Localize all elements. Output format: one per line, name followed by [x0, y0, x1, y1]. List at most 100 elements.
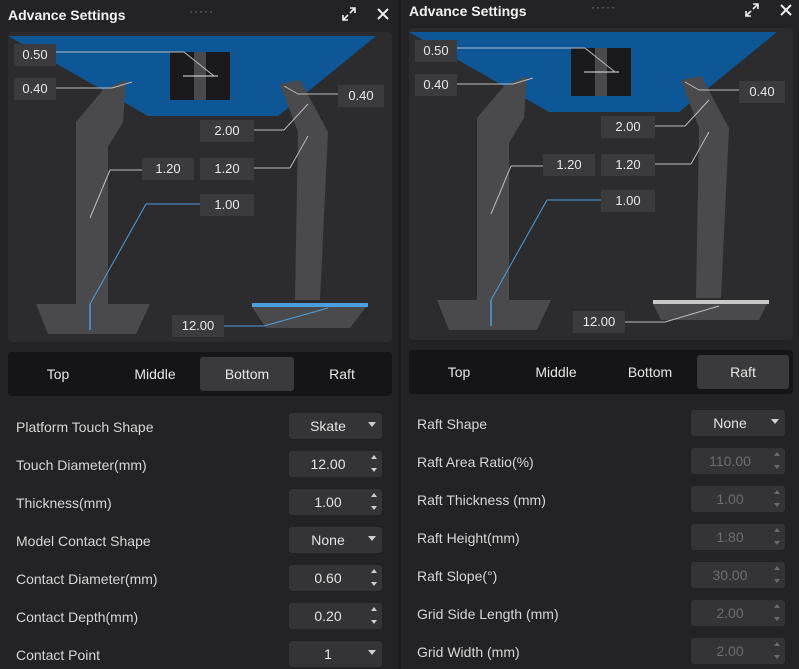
- tab-middle[interactable]: Middle: [509, 355, 603, 389]
- tab-bottom[interactable]: Bottom: [603, 355, 697, 389]
- window-title: Advance Settings: [8, 7, 126, 23]
- setting-row: Model Contact Shape None: [0, 522, 398, 560]
- label-contact-left: 0.40: [14, 78, 56, 100]
- setting-row: Raft Thickness (mm) 1.00: [401, 481, 799, 519]
- titlebar[interactable]: Advance Settings ·····: [0, 0, 398, 30]
- setting-row: Grid Width (mm) 2.00: [401, 633, 799, 669]
- setting-label: Contact Point: [16, 647, 101, 663]
- touch-diameter-spinbox[interactable]: 12.00: [289, 451, 382, 477]
- spin-value: 1.00: [314, 494, 342, 510]
- expand-icon[interactable]: [340, 5, 358, 23]
- window-title: Advance Settings: [409, 3, 527, 19]
- label-right-diameter: 1.20: [200, 158, 254, 180]
- label-top-thickness: 0.50: [415, 40, 457, 62]
- setting-label: Model Contact Shape: [16, 533, 151, 549]
- setting-label: Touch Diameter(mm): [16, 457, 147, 473]
- raft-area-ratio-spinbox[interactable]: 110.00: [691, 448, 785, 474]
- setting-row: Raft Height(mm) 1.80: [401, 519, 799, 557]
- label-contact-left: 0.40: [415, 74, 457, 96]
- label-right-diameter: 1.20: [601, 154, 655, 176]
- spin-arrows-icon[interactable]: [369, 451, 382, 477]
- support-diagram: 0.50 0.40 0.40 2.00 1.20 1.20 1.00 12.00: [409, 28, 793, 340]
- setting-row: Grid Side Length (mm) 2.00: [401, 595, 799, 633]
- label-base-diameter: 12.00: [172, 315, 224, 337]
- setting-label: Contact Depth(mm): [16, 609, 139, 625]
- raft-thickness-spinbox[interactable]: 1.00: [691, 486, 785, 512]
- tab-top[interactable]: Top: [415, 355, 503, 389]
- drag-handle[interactable]: ·····: [591, 0, 616, 14]
- drag-handle[interactable]: ·····: [189, 4, 214, 18]
- spin-value: 0.60: [314, 570, 342, 586]
- select-value: Skate: [310, 418, 346, 434]
- label-left-diameter: 1.20: [543, 154, 595, 176]
- label-bottom-thickness: 1.00: [601, 190, 655, 212]
- chevron-down-icon: [368, 422, 376, 427]
- spin-arrows-icon[interactable]: [772, 486, 785, 512]
- grid-side-length-spinbox[interactable]: 2.00: [691, 600, 785, 626]
- chevron-down-icon: [368, 536, 376, 541]
- setting-label: Raft Height(mm): [417, 530, 520, 546]
- setting-row: Thickness(mm) 1.00: [0, 484, 398, 522]
- spin-value: 12.00: [310, 456, 346, 472]
- setting-label: Grid Width (mm): [417, 644, 520, 660]
- spin-arrows-icon[interactable]: [369, 565, 382, 591]
- spin-arrows-icon[interactable]: [772, 600, 785, 626]
- close-icon[interactable]: [777, 1, 795, 19]
- setting-row: Raft Shape None: [401, 405, 799, 443]
- label-upper-diameter: 2.00: [200, 120, 254, 142]
- select-value: 1: [324, 646, 332, 662]
- label-bottom-thickness: 1.00: [200, 194, 254, 216]
- spin-value: 0.20: [314, 608, 342, 624]
- setting-label: Contact Diameter(mm): [16, 571, 158, 587]
- support-diagram: 0.50 0.40 0.40 2.00 1.20 1.20 1.00 12.00: [8, 32, 392, 342]
- spin-value: 30.00: [712, 567, 748, 583]
- label-upper-diameter: 2.00: [601, 116, 655, 138]
- setting-label: Raft Thickness (mm): [417, 492, 546, 508]
- spin-value: 1.00: [716, 491, 744, 507]
- label-base-diameter: 12.00: [573, 311, 625, 333]
- contact-point-select[interactable]: 1: [289, 641, 382, 667]
- label-contact-right: 0.40: [338, 85, 384, 107]
- raft-shape-select[interactable]: None: [691, 410, 785, 436]
- close-icon[interactable]: [374, 5, 392, 23]
- setting-label: Raft Shape: [417, 416, 488, 432]
- label-top-thickness: 0.50: [14, 44, 56, 66]
- tab-top[interactable]: Top: [14, 357, 102, 391]
- raft-height-spinbox[interactable]: 1.80: [691, 524, 785, 550]
- spin-arrows-icon[interactable]: [772, 562, 785, 588]
- tab-bottom[interactable]: Bottom: [200, 357, 294, 391]
- contact-depth-spinbox[interactable]: 0.20: [289, 603, 382, 629]
- spin-value: 1.80: [716, 529, 744, 545]
- platform-touch-shape-select[interactable]: Skate: [289, 413, 382, 439]
- tab-raft[interactable]: Raft: [296, 357, 388, 391]
- spin-arrows-icon[interactable]: [369, 489, 382, 515]
- setting-row: Platform Touch Shape Skate: [0, 408, 398, 446]
- setting-label: Raft Slope(°): [417, 568, 498, 584]
- thickness-spinbox[interactable]: 1.00: [289, 489, 382, 515]
- setting-label: Grid Side Length (mm): [417, 606, 559, 622]
- contact-diameter-spinbox[interactable]: 0.60: [289, 565, 382, 591]
- spin-arrows-icon[interactable]: [369, 603, 382, 629]
- select-value: None: [311, 532, 345, 548]
- setting-row: Contact Diameter(mm) 0.60: [0, 560, 398, 598]
- spin-arrows-icon[interactable]: [772, 524, 785, 550]
- setting-row: Contact Point 1: [0, 636, 398, 669]
- tab-raft[interactable]: Raft: [697, 355, 789, 389]
- tab-bar: Top Middle Bottom Raft: [409, 350, 793, 394]
- raft-slope-spinbox[interactable]: 30.00: [691, 562, 785, 588]
- chevron-down-icon: [771, 419, 779, 424]
- expand-icon[interactable]: [743, 1, 761, 19]
- titlebar[interactable]: Advance Settings ·····: [401, 0, 799, 30]
- model-contact-shape-select[interactable]: None: [289, 527, 382, 553]
- setting-label: Thickness(mm): [16, 495, 112, 511]
- select-value: None: [713, 415, 747, 431]
- setting-row: Raft Area Ratio(%) 110.00: [401, 443, 799, 481]
- tab-middle[interactable]: Middle: [108, 357, 202, 391]
- setting-row: Touch Diameter(mm) 12.00: [0, 446, 398, 484]
- spin-value: 110.00: [709, 453, 751, 469]
- grid-width-spinbox[interactable]: 2.00: [691, 638, 785, 664]
- spin-arrows-icon[interactable]: [772, 638, 785, 664]
- spin-arrows-icon[interactable]: [772, 448, 785, 474]
- label-left-diameter: 1.20: [142, 158, 194, 180]
- tab-bar: Top Middle Bottom Raft: [8, 352, 392, 396]
